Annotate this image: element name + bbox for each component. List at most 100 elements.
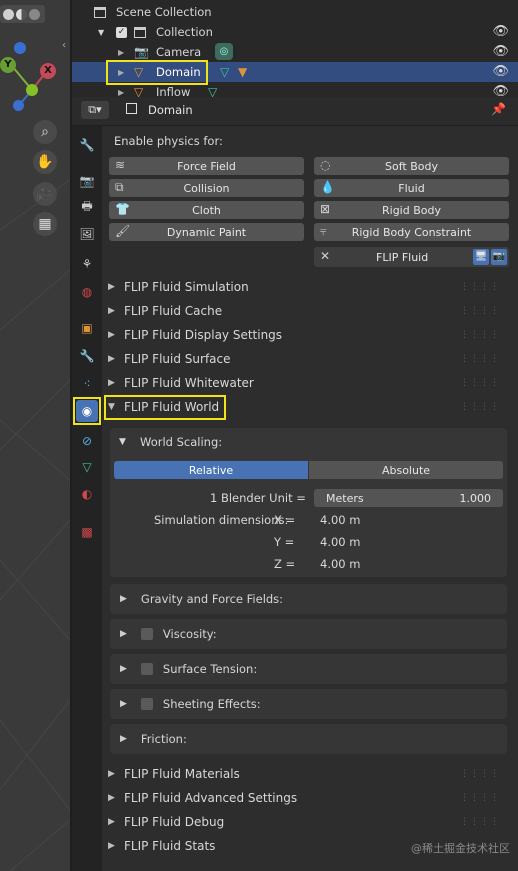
3d-viewport[interactable]: ‹ Y X ⌕ ✋ 🎥 ▦ bbox=[0, 0, 70, 871]
editor-type-dropdown[interactable]: ⧉▾ bbox=[81, 101, 109, 119]
section-viscosity[interactable]: ▶ Viscosity: bbox=[110, 619, 507, 649]
drag-handle-icon[interactable]: ⋮⋮⋮⋮ bbox=[460, 817, 500, 827]
mesh-object-icon: ▽ bbox=[134, 85, 144, 97]
camera-view-icon[interactable]: 🎥 bbox=[33, 182, 57, 206]
cloth-button[interactable]: 👕 Cloth bbox=[109, 201, 304, 219]
y-axis-gizmo[interactable]: Y bbox=[0, 57, 16, 73]
section-surface-tension[interactable]: ▶ Surface Tension: bbox=[110, 654, 507, 684]
collapse-arrow-icon: ▶ bbox=[108, 330, 115, 340]
viewport-shading-buttons[interactable] bbox=[0, 5, 45, 23]
panel-flip-fluid-cache[interactable]: ▶ FLIP Fluid Cache ⋮⋮⋮⋮ bbox=[106, 300, 506, 322]
output-tab-icon[interactable]: 🖶 bbox=[76, 196, 98, 218]
surface-tension-checkbox[interactable] bbox=[140, 663, 153, 675]
camera-data-icon[interactable]: ◎ bbox=[215, 43, 233, 60]
section-friction[interactable]: ▶ Friction: bbox=[110, 724, 507, 754]
drag-handle-icon[interactable]: ⋮⋮⋮⋮ bbox=[460, 330, 500, 340]
particles-tab-icon[interactable]: ⁖ bbox=[76, 373, 98, 395]
remove-x-icon[interactable]: ✕ bbox=[320, 249, 330, 263]
drag-handle-icon[interactable]: ⋮⋮⋮⋮ bbox=[460, 402, 500, 412]
soft-body-icon: ◌ bbox=[320, 158, 331, 172]
blue-axis-dot[interactable] bbox=[13, 100, 24, 111]
panel-flip-fluid-debug[interactable]: ▶ FLIP Fluid Debug ⋮⋮⋮⋮ bbox=[106, 811, 506, 833]
x-axis-gizmo[interactable]: X bbox=[40, 63, 56, 79]
texture-tab-icon[interactable]: ▩ bbox=[76, 521, 98, 543]
panel-flip-fluid-advanced[interactable]: ▶ FLIP Fluid Advanced Settings ⋮⋮⋮⋮ bbox=[106, 787, 506, 809]
dynamic-paint-button[interactable]: 🖌 Dynamic Paint bbox=[109, 223, 304, 241]
scene-tab-icon[interactable]: ⚘ bbox=[76, 253, 98, 275]
collection-label: Collection bbox=[156, 25, 213, 39]
z-axis-gizmo[interactable] bbox=[14, 42, 26, 54]
hand-pan-icon[interactable]: ✋ bbox=[33, 150, 57, 174]
outliner-row-scene-collection[interactable]: Scene Collection bbox=[72, 2, 518, 22]
zoom-icon[interactable]: ⌕ bbox=[33, 120, 57, 144]
solid-shading-icon[interactable] bbox=[3, 8, 14, 20]
expand-arrow-icon[interactable]: ▶ bbox=[118, 48, 124, 57]
fluid-button[interactable]: 💧 Fluid bbox=[314, 179, 509, 197]
view-layer-tab-icon[interactable]: 🖼 bbox=[76, 223, 98, 245]
collision-button[interactable]: ⧉ Collision bbox=[109, 179, 304, 197]
panel-flip-fluid-whitewater[interactable]: ▶ FLIP Fluid Whitewater ⋮⋮⋮⋮ bbox=[106, 372, 506, 394]
section-sheeting-effects[interactable]: ▶ Sheeting Effects: bbox=[110, 689, 507, 719]
object-data-tab-icon[interactable]: ▽ bbox=[76, 456, 98, 478]
drag-handle-icon[interactable]: ⋮⋮⋮⋮ bbox=[460, 793, 500, 803]
unit-length-field[interactable]: Meters 1.000 bbox=[314, 489, 503, 507]
object-tab-icon[interactable]: ▣ bbox=[76, 317, 98, 339]
rendered-shading-icon[interactable] bbox=[29, 8, 40, 20]
viscosity-checkbox[interactable] bbox=[140, 628, 153, 640]
constraints-tab-icon[interactable]: ⊘ bbox=[76, 430, 98, 452]
object-name-label: Domain bbox=[148, 103, 193, 117]
y-dimension-label: Y = bbox=[274, 535, 295, 549]
outliner-row-camera[interactable]: ▶ 📷 Camera ◎ 👁 bbox=[72, 42, 518, 62]
render-toggle-icon[interactable]: 📷 bbox=[491, 249, 507, 265]
rigid-body-constraint-button[interactable]: ⫧ Rigid Body Constraint bbox=[314, 223, 509, 241]
material-tab-icon[interactable]: ◐ bbox=[76, 483, 98, 505]
render-tab-icon[interactable]: 📷 bbox=[76, 170, 98, 192]
unit-value: 1.000 bbox=[459, 491, 492, 505]
pin-icon[interactable]: 📌 bbox=[491, 102, 506, 116]
tool-tab-icon[interactable]: 🔧 bbox=[76, 134, 98, 156]
checkbox-icon[interactable]: ✓ bbox=[116, 26, 127, 38]
panel-flip-fluid-simulation[interactable]: ▶ FLIP Fluid Simulation ⋮⋮⋮⋮ bbox=[106, 276, 506, 298]
absolute-toggle[interactable]: Absolute bbox=[309, 461, 503, 479]
collapse-arrow-icon[interactable]: ‹ bbox=[62, 40, 66, 51]
section-gravity-force-fields[interactable]: ▶ Gravity and Force Fields: bbox=[110, 584, 507, 614]
rigid-body-icon: ⊠ bbox=[320, 202, 331, 216]
expand-arrow-icon[interactable]: ▼ bbox=[98, 28, 104, 37]
visibility-eye-icon[interactable]: 👁 bbox=[492, 24, 509, 39]
rigid-body-button[interactable]: ⊠ Rigid Body bbox=[314, 201, 509, 219]
force-field-button[interactable]: ≋ Force Field bbox=[109, 157, 304, 175]
mesh-data-icon[interactable]: ▽ bbox=[220, 65, 229, 79]
drag-handle-icon[interactable]: ⋮⋮⋮⋮ bbox=[460, 306, 500, 316]
world-tab-icon[interactable]: ◍ bbox=[76, 281, 98, 303]
green-axis-dot[interactable] bbox=[26, 84, 38, 96]
soft-body-button[interactable]: ◌ Soft Body bbox=[314, 157, 509, 175]
material-shading-icon[interactable] bbox=[16, 8, 27, 20]
constraint-icon: ⫧ bbox=[320, 224, 327, 238]
drag-handle-icon[interactable]: ⋮⋮⋮⋮ bbox=[460, 282, 500, 292]
outliner-row-collection[interactable]: ▼ ✓ Collection 👁 bbox=[72, 22, 518, 42]
flip-fluid-button[interactable]: ✕ FLIP Fluid 🖥 📷 bbox=[314, 247, 509, 267]
relative-toggle[interactable]: Relative bbox=[114, 461, 308, 479]
expand-arrow-icon[interactable]: ▶ bbox=[118, 88, 124, 97]
visibility-eye-icon[interactable]: 👁 bbox=[492, 44, 509, 59]
viewport-toggle-icon[interactable]: 🖥 bbox=[473, 249, 489, 265]
drag-handle-icon[interactable]: ⋮⋮⋮⋮ bbox=[460, 354, 500, 364]
simulation-dimensions-label: Simulation dimensions: bbox=[154, 513, 289, 527]
visibility-eye-icon[interactable]: 👁 bbox=[492, 84, 509, 97]
panel-flip-fluid-materials[interactable]: ▶ FLIP Fluid Materials ⋮⋮⋮⋮ bbox=[106, 763, 506, 785]
visibility-eye-icon[interactable]: 👁 bbox=[492, 64, 509, 79]
grid-perspective-icon[interactable]: ▦ bbox=[33, 212, 57, 236]
collapse-arrow-icon: ▶ bbox=[108, 282, 115, 292]
mesh-data-icon[interactable]: ▽ bbox=[208, 85, 217, 97]
modifier-tab-icon[interactable]: 🔧 bbox=[76, 345, 98, 367]
collision-icon: ⧉ bbox=[115, 180, 124, 194]
collection-box-icon bbox=[94, 6, 106, 18]
x-dimension-value: 4.00 m bbox=[320, 513, 361, 527]
drag-handle-icon[interactable]: ⋮⋮⋮⋮ bbox=[460, 378, 500, 388]
panel-flip-fluid-surface[interactable]: ▶ FLIP Fluid Surface ⋮⋮⋮⋮ bbox=[106, 348, 506, 370]
expand-arrow-icon[interactable]: ▼ bbox=[119, 437, 126, 447]
material-icon[interactable]: ▼ bbox=[238, 65, 247, 79]
sheeting-effects-checkbox[interactable] bbox=[140, 698, 153, 710]
panel-flip-fluid-display[interactable]: ▶ FLIP Fluid Display Settings ⋮⋮⋮⋮ bbox=[106, 324, 506, 346]
drag-handle-icon[interactable]: ⋮⋮⋮⋮ bbox=[460, 769, 500, 779]
